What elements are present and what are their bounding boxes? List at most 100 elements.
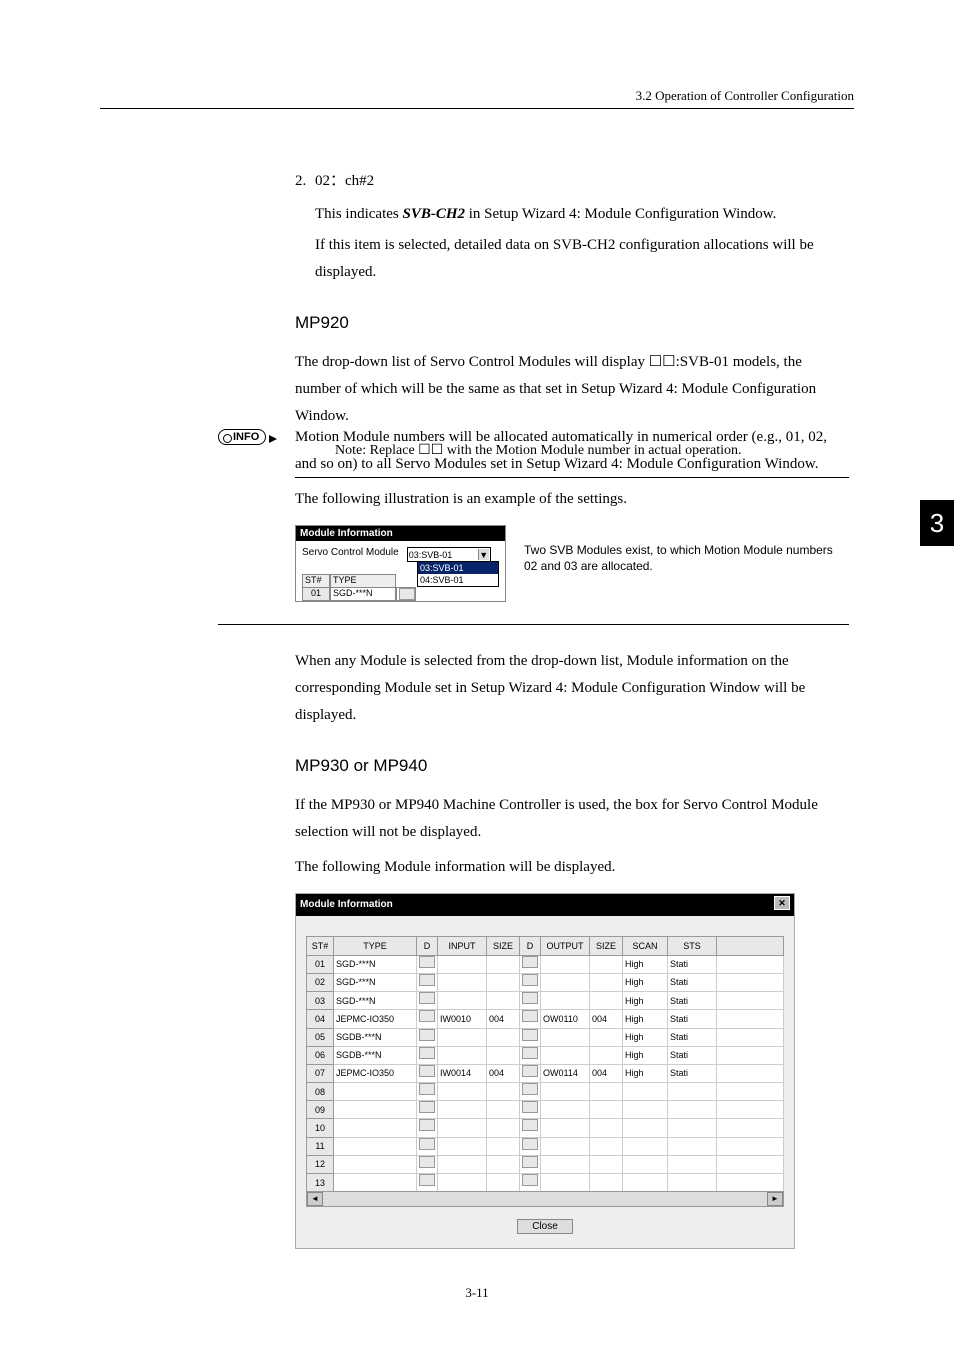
table-cell: 004 (590, 1064, 623, 1082)
detail-button-icon[interactable] (522, 992, 538, 1004)
table-cell (590, 992, 623, 1010)
detail-button-icon[interactable] (419, 1138, 435, 1150)
detail-button-icon[interactable] (522, 974, 538, 986)
close-button[interactable]: Close (517, 1219, 573, 1234)
detail-button-icon[interactable] (419, 1029, 435, 1041)
table-cell (487, 1119, 520, 1137)
detail-button-icon[interactable] (419, 992, 435, 1004)
detail-button-icon[interactable] (522, 956, 538, 968)
table-cell (334, 1083, 417, 1101)
table-cell: 03 (307, 992, 334, 1010)
table-cell: 07 (307, 1064, 334, 1082)
detail-button-icon[interactable] (522, 1138, 538, 1150)
table-cell: High (623, 992, 668, 1010)
table-cell (334, 1155, 417, 1173)
paragraph: If this item is selected, detailed data … (315, 232, 849, 286)
table-cell: 004 (590, 1010, 623, 1028)
table-header: SIZE (487, 936, 520, 955)
table-cell: High (623, 1010, 668, 1028)
table-row: 04JEPMC-IO350IW0010004OW0110004HighStati (307, 1010, 784, 1028)
detail-button-icon[interactable] (522, 1174, 538, 1186)
table-cell (541, 1046, 590, 1064)
scroll-left-icon[interactable]: ◄ (307, 1192, 323, 1206)
table-cell (668, 1083, 717, 1101)
detail-button-icon[interactable] (419, 1083, 435, 1095)
list-item: 2. 02：ch#2 (295, 168, 849, 195)
table-cell (417, 1155, 438, 1173)
table-cell: 09 (307, 1101, 334, 1119)
paragraph: When any Module is selected from the dro… (295, 648, 849, 729)
paragraph: The following Module information will be… (295, 854, 849, 881)
table-cell (590, 1155, 623, 1173)
table-cell (668, 1101, 717, 1119)
detail-button-icon[interactable] (522, 1029, 538, 1041)
emphasis: SVB-CH2 (402, 206, 465, 222)
table-cell (334, 1119, 417, 1137)
table-header: TYPE (334, 936, 417, 955)
table-cell (541, 1101, 590, 1119)
table-cell (487, 1174, 520, 1192)
detail-button-icon[interactable] (522, 1065, 538, 1077)
table-row: 01SGD-***NHighStati (307, 955, 784, 973)
detail-button-icon[interactable] (522, 1119, 538, 1131)
table-cell: 004 (487, 1010, 520, 1028)
table-cell (487, 992, 520, 1010)
td-st: 01 (302, 587, 330, 601)
close-icon[interactable]: ✕ (774, 896, 790, 910)
table-cell: 01 (307, 955, 334, 973)
table-cell: JEPMC-IO350 (334, 1064, 417, 1082)
table-cell (520, 1010, 541, 1028)
table-cell (541, 1137, 590, 1155)
detail-button-icon[interactable] (419, 1174, 435, 1186)
detail-button-icon[interactable] (419, 1010, 435, 1022)
detail-button-icon[interactable] (419, 1065, 435, 1077)
detail-button-icon[interactable] (419, 1047, 435, 1059)
table-cell (541, 973, 590, 991)
table-cell: SGD-***N (334, 955, 417, 973)
detail-button-icon[interactable] (522, 1010, 538, 1022)
table-header: D (520, 936, 541, 955)
table-cell: Stati (668, 1028, 717, 1046)
table-row: 06SGDB-***NHighStati (307, 1046, 784, 1064)
detail-button-icon[interactable] (399, 588, 415, 600)
table-cell (417, 1119, 438, 1137)
detail-button-icon[interactable] (419, 974, 435, 986)
figure-module-info-small: Module Information Servo Control Module … (295, 525, 849, 602)
detail-button-icon[interactable] (522, 1156, 538, 1168)
paragraph: If the MP930 or MP940 Machine Controller… (295, 792, 849, 846)
detail-button-icon[interactable] (522, 1047, 538, 1059)
table-cell (438, 1101, 487, 1119)
detail-button-icon[interactable] (419, 956, 435, 968)
select-option[interactable]: 03:SVB-01 (418, 562, 498, 574)
table-cell: Stati (668, 973, 717, 991)
table-cell: 05 (307, 1028, 334, 1046)
horizontal-scrollbar[interactable]: ◄ ► (306, 1191, 784, 1207)
detail-button-icon[interactable] (522, 1083, 538, 1095)
table-cell (487, 1046, 520, 1064)
list-item-label: 02：ch#2 (315, 168, 849, 195)
table-cell (590, 1028, 623, 1046)
paragraph: This indicates SVB-CH2 in Setup Wizard 4… (315, 201, 849, 228)
servo-module-select[interactable]: 03:SVB-01 ▼ (407, 547, 491, 562)
table-cell (520, 955, 541, 973)
table-cell (487, 1083, 520, 1101)
table-cell (438, 1046, 487, 1064)
table-row: 11 (307, 1137, 784, 1155)
divider (218, 624, 849, 625)
table-cell (590, 1083, 623, 1101)
paragraph: The drop-down list of Servo Control Modu… (295, 349, 849, 430)
table-cell (417, 955, 438, 973)
detail-button-icon[interactable] (419, 1101, 435, 1113)
td-type: SGD-***N (330, 587, 396, 601)
table-row: 09 (307, 1101, 784, 1119)
scroll-right-icon[interactable]: ► (767, 1192, 783, 1206)
table-cell (417, 1101, 438, 1119)
table-cell (487, 1101, 520, 1119)
detail-button-icon[interactable] (419, 1156, 435, 1168)
table-cell (541, 1028, 590, 1046)
table-row: 07JEPMC-IO350IW0014004OW0114004HighStati (307, 1064, 784, 1082)
table-cell (623, 1083, 668, 1101)
table-cell (520, 1028, 541, 1046)
detail-button-icon[interactable] (522, 1101, 538, 1113)
detail-button-icon[interactable] (419, 1119, 435, 1131)
